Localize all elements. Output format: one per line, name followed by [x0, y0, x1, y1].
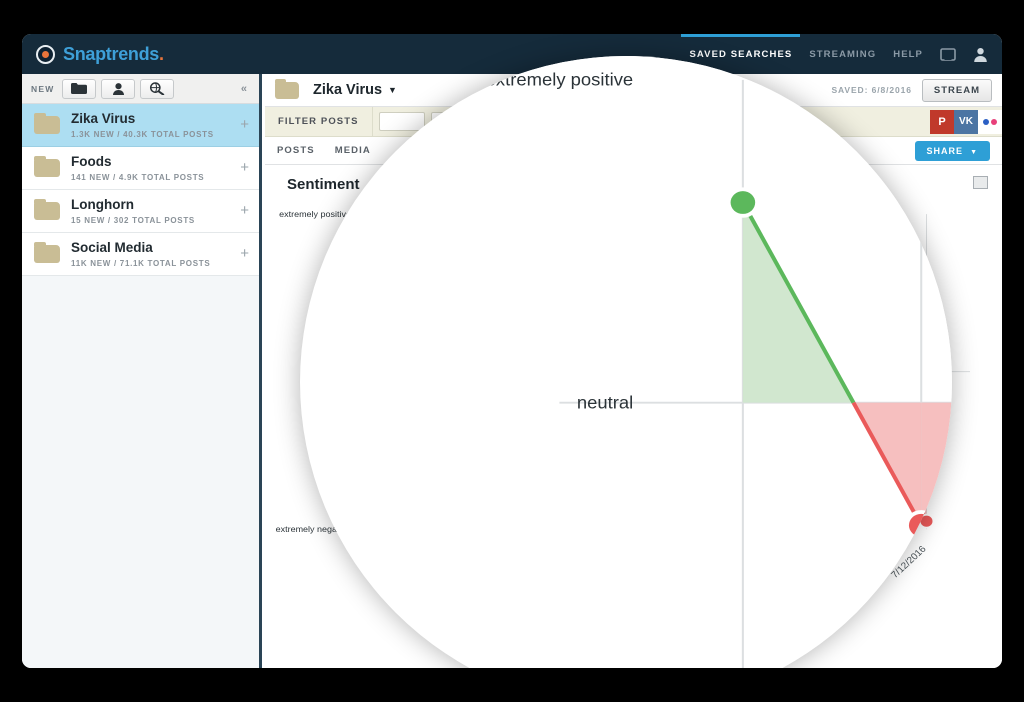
folder-add-button[interactable]: + [234, 116, 249, 133]
vk-icon[interactable]: VK [954, 109, 978, 134]
logo-wordmark: Snaptrends. [63, 44, 164, 65]
new-label: NEW [31, 83, 55, 94]
chevron-down-icon: ▼ [970, 148, 978, 156]
new-person-button[interactable] [101, 78, 136, 99]
collapse-sidebar-button[interactable]: « [241, 83, 250, 95]
magnifier-lens: Zika Virus ▼ SAVED: 6/8/2016 STREAM FILT… [300, 56, 952, 668]
logo-text: Snaptrends [63, 43, 160, 64]
user-avatar-icon[interactable] [973, 47, 988, 62]
folder-text: Foods 141 NEW / 4.9K TOTAL POSTS [71, 154, 234, 182]
folder-text: Zika Virus 1.3K NEW / 40.3K TOTAL POSTS [71, 111, 234, 139]
app-window: Snaptrends. SAVED SEARCHES STREAMING HEL… [22, 34, 1002, 668]
folder-item-social-media[interactable]: Social Media 11K NEW / 71.1K TOTAL POSTS… [22, 233, 259, 276]
folder-add-button[interactable]: + [234, 202, 249, 219]
folder-icon [34, 112, 60, 134]
main-content: Zika Virus ▼ SAVED: 6/8/2016 STREAM FILT… [456, 56, 952, 668]
folder-add-button[interactable]: + [234, 159, 249, 176]
svg-text:neutral: neutral [577, 393, 633, 412]
magnified-chart: Zika Virus ▼ SAVED: 6/8/2016 STREAM FILT… [300, 56, 952, 668]
flickr-icon[interactable] [978, 109, 1002, 134]
folder-add-button[interactable]: + [234, 245, 249, 262]
folder-icon [275, 78, 299, 99]
folder-list: Zika Virus 1.3K NEW / 40.3K TOTAL POSTS … [22, 104, 259, 276]
folder-item-longhorn[interactable]: Longhorn 15 NEW / 302 TOTAL POSTS + [22, 190, 259, 233]
folder-icon [34, 155, 60, 177]
folder-meta: 141 NEW / 4.9K TOTAL POSTS [71, 172, 205, 182]
logo-dot: . [159, 43, 164, 64]
folder-text: Social Media 11K NEW / 71.1K TOTAL POSTS [71, 240, 234, 268]
svg-text:extremely positive: extremely positive [486, 70, 634, 89]
new-folder-button[interactable] [62, 78, 97, 99]
folder-meta: 15 NEW / 302 TOTAL POSTS [71, 215, 195, 225]
target-logo-icon [36, 44, 55, 64]
folder-item-foods[interactable]: Foods 141 NEW / 4.9K TOTAL POSTS + [22, 147, 259, 190]
app-logo[interactable]: Snaptrends. [22, 44, 164, 65]
sentiment-chart: extremely positiveneutralextremely negat… [486, 70, 952, 668]
new-search-button[interactable] [140, 78, 175, 99]
folder-name: Longhorn [71, 196, 134, 212]
folder-text: Longhorn 15 NEW / 302 TOTAL POSTS [71, 197, 234, 225]
folder-icon [34, 198, 60, 220]
folder-name: Foods [71, 153, 112, 169]
sentiment-chart-panel: Sentiment extremely positiveneutralextre… [457, 56, 952, 668]
magnified-content: Zika Virus ▼ SAVED: 6/8/2016 STREAM FILT… [300, 56, 952, 668]
folder-meta: 1.3K NEW / 40.3K TOTAL POSTS [71, 129, 214, 139]
folder-item-zika-virus[interactable]: Zika Virus 1.3K NEW / 40.3K TOTAL POSTS … [22, 104, 259, 147]
sidebar: NEW « Zika Virus 1.3K NEW / 40.3K TOTAL … [22, 74, 262, 668]
sidebar-toolbar: NEW « [22, 74, 259, 104]
folder-icon [34, 241, 60, 263]
folder-name: Zika Virus [71, 111, 136, 126]
folder-name: Social Media [71, 239, 153, 255]
folder-meta: 11K NEW / 71.1K TOTAL POSTS [71, 258, 211, 268]
